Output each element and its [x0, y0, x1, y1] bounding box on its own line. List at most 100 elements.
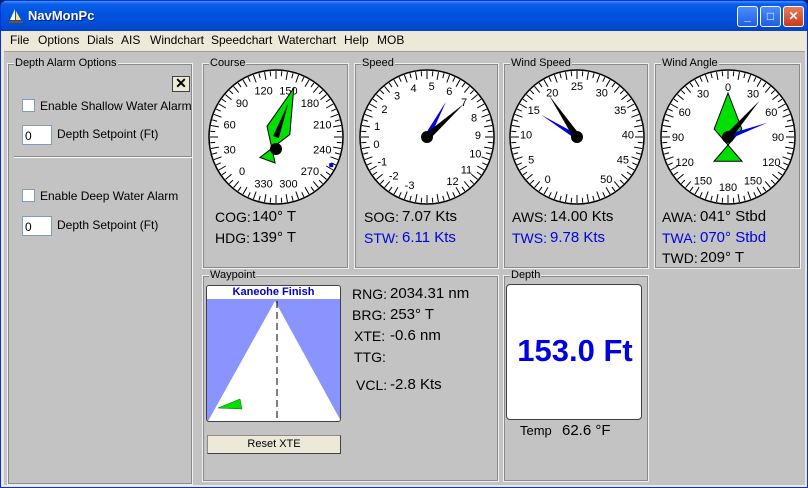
cog-label: COG:: [215, 209, 251, 225]
menu-waterchart[interactable]: Waterchart: [278, 33, 336, 47]
close-window-button[interactable]: ✕: [783, 6, 804, 27]
dial-label: 1: [374, 121, 380, 133]
close-panel-button[interactable]: ✕: [172, 76, 190, 92]
needle-hub: [722, 131, 734, 143]
sog-value: 7.07 Kts: [402, 208, 458, 225]
dial-label: -2: [389, 171, 399, 183]
cog-value: 140° T: [252, 208, 297, 225]
waypoint-panel: Waypoint Kaneohe Finish Reset XTE RNG: 2…: [202, 269, 499, 482]
depth-alarm-title: Depth Alarm Options: [14, 57, 118, 69]
dial-label: 20: [546, 87, 558, 99]
dial-label: 330: [254, 178, 272, 190]
sailboat-icon: [9, 9, 23, 23]
shallow-setpoint-input[interactable]: 0: [22, 125, 52, 145]
menu-file[interactable]: File: [10, 33, 29, 47]
menu-ais[interactable]: AIS: [121, 33, 140, 47]
dial-label: 60: [679, 107, 691, 119]
aws-value: 14.00 Kts: [550, 208, 614, 225]
awa-value: 041° Stbd: [700, 208, 767, 225]
dial-label: -3: [405, 180, 415, 192]
dial-label: 40: [622, 129, 634, 141]
xte-value: -0.6 nm: [390, 327, 441, 344]
twd-label: TWD:: [662, 250, 698, 266]
dial-label: 120: [254, 86, 272, 98]
dial-label: 10: [469, 148, 481, 160]
aws-label: AWS:: [512, 209, 548, 225]
dial-label: 60: [224, 120, 236, 132]
dial-label: 30: [224, 144, 236, 156]
menu-bar: File Options Dials AIS Windchart Speedch…: [4, 31, 806, 50]
dial-label: 180: [301, 98, 319, 110]
dial-label: 12: [446, 176, 458, 188]
dial-label: 5: [528, 154, 534, 166]
dial-label: 7: [461, 97, 467, 109]
dial-label: 35: [614, 105, 626, 117]
dial-label: -1: [377, 156, 387, 168]
menu-dials[interactable]: Dials: [87, 33, 114, 47]
rng-label: RNG:: [352, 286, 387, 302]
xte-label: XTE:: [354, 328, 386, 344]
dial-label: 150: [694, 175, 712, 187]
menu-windchart[interactable]: Windchart: [150, 33, 204, 47]
dial-label: 15: [528, 105, 540, 117]
awa-label: AWA:: [662, 209, 697, 225]
dial-label: 90: [672, 132, 684, 144]
bearing-marker: [329, 163, 334, 168]
waypoint-title: Waypoint: [209, 269, 257, 281]
menu-options[interactable]: Options: [38, 33, 79, 47]
dial-label: 120: [676, 157, 694, 169]
menu-help[interactable]: Help: [344, 33, 369, 47]
deep-setpoint-input[interactable]: 0: [22, 216, 52, 236]
menu-mob[interactable]: MOB: [377, 33, 404, 47]
dial-label: 90: [772, 132, 784, 144]
deep-alarm-checkbox[interactable]: [22, 189, 35, 202]
cross-track-view: Kaneohe Finish: [206, 285, 341, 422]
stw-label: STW:: [364, 230, 399, 246]
brg-label: BRG:: [352, 307, 387, 323]
dial-label: 0: [545, 174, 551, 186]
title-bar[interactable]: NavMonPc _ □ ✕: [1, 1, 807, 31]
course-panel: Course 150 180 210 240 270 300 330 0 30 60 90 120 C…: [202, 57, 349, 269]
vcl-label: VCL:: [356, 377, 388, 393]
shallow-alarm-checkbox[interactable]: [22, 99, 35, 112]
dial-label: 0: [373, 139, 379, 151]
needle-hub: [571, 131, 583, 143]
dial-label: 90: [236, 98, 248, 110]
dial-label: 45: [617, 154, 629, 166]
twd-value: 209° T: [700, 249, 745, 266]
menu-speedchart[interactable]: Speedchart: [211, 33, 272, 47]
tws-value: 9.78 Kts: [550, 229, 606, 246]
sog-label: SOG:: [364, 209, 400, 225]
wind-speed-dial: 05 10 15 20 25 30 35 40 45 50: [509, 69, 645, 205]
dial-label: 2: [381, 104, 387, 116]
speed-dial: -3-2-101234 5 6789101112: [359, 69, 495, 205]
hdg-label: HDG:: [215, 230, 250, 246]
dial-label: 9: [475, 130, 481, 142]
vcl-value: -2.8 Kts: [390, 376, 442, 393]
twa-label: TWA:: [662, 230, 697, 246]
dial-label: 210: [313, 120, 331, 132]
waypoint-name: Kaneohe Finish: [207, 286, 340, 299]
minimize-button[interactable]: _: [737, 6, 758, 27]
rng-value: 2034.31 nm: [390, 285, 470, 302]
main-area: Depth Alarm Options ✕ Enable Shallow Wat…: [4, 51, 805, 485]
reset-xte-button[interactable]: Reset XTE: [207, 435, 341, 454]
dial-label: 300: [279, 178, 297, 190]
twa-value: 070° Stbd: [700, 229, 767, 246]
maximize-button[interactable]: □: [760, 6, 781, 27]
wind-angle-panel: Wind Angle 0 30 60 90 120 150 180 150 120 90 60 30 …: [654, 57, 801, 269]
dial-label: 240: [313, 144, 331, 156]
compass-dial: 1501802102402703003300306090120: [208, 69, 344, 205]
needle-hub: [270, 143, 282, 155]
dial-label: 30: [697, 89, 709, 101]
dial-label: 4: [410, 83, 416, 95]
dial-label: 120: [762, 157, 780, 169]
app-window: NavMonPc _ □ ✕ File Options Dials AIS Wi…: [0, 0, 808, 488]
dial-label: 60: [765, 107, 777, 119]
hdg-value: 139° T: [252, 229, 297, 246]
dial-label: 10: [520, 129, 532, 141]
dial-label: 30: [596, 87, 608, 99]
dial-label: 180: [719, 182, 737, 194]
window-title: NavMonPc: [28, 8, 95, 23]
depth-display: 153.0 Ft: [506, 284, 642, 420]
